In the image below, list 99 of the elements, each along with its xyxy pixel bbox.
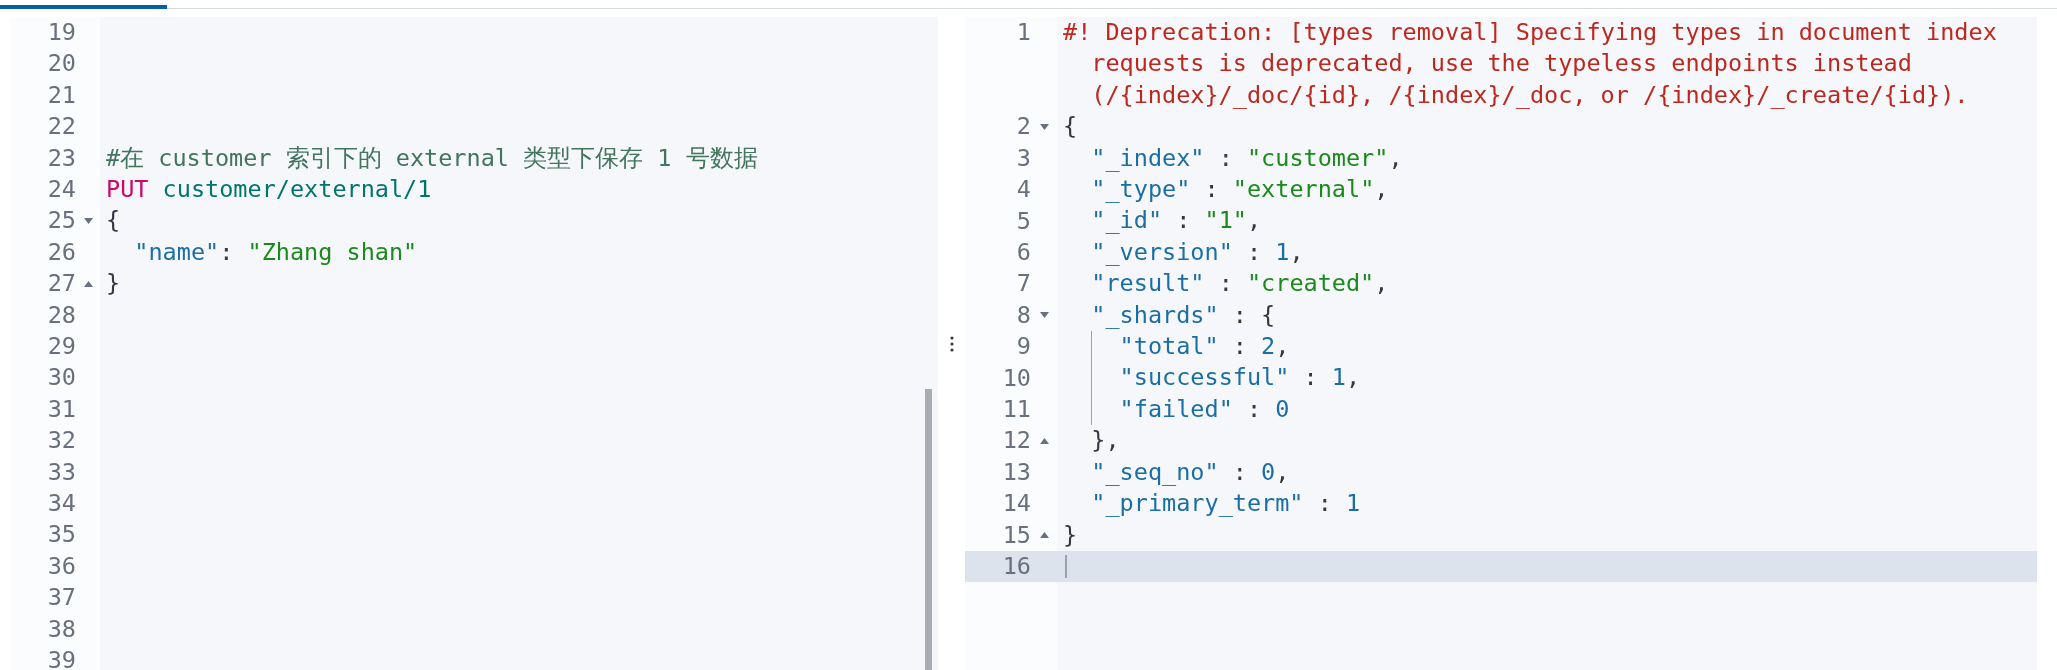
line-number: 25 — [47, 205, 76, 237]
line-number: 5 — [1016, 205, 1031, 237]
scrollbar-thumb[interactable] — [925, 389, 932, 670]
code-punctuation: } — [1063, 520, 1078, 549]
line-number: 36 — [47, 550, 76, 582]
code-comment: #在 customer 索引下的 external 类型下保存 1 号数据 — [106, 143, 758, 172]
json-key: "name" — [106, 237, 220, 266]
code-punctuation: : — [1231, 332, 1248, 361]
code-punctuation: , — [1289, 237, 1304, 266]
line-number: 6 — [1016, 236, 1031, 268]
request-editor[interactable]: 19 20 21 22 23 #在 customer 索引下的 external 类型下保存 1 号数据 24 PUT customer/external/1 25 { 26 "name": "Zhang shan" 27 } 28 29 30 31 32 33 34 35 36 37 38 39 — [10, 17, 938, 670]
json-key: "failed" — [1063, 394, 1233, 423]
line-number: 22 — [47, 111, 76, 143]
json-key: "successful" — [1063, 363, 1290, 392]
code-punctuation: : — [1217, 143, 1234, 172]
fold-toggle-icon[interactable] — [83, 218, 93, 225]
code-punctuation: : — [1203, 175, 1220, 204]
code-punctuation: , — [1275, 457, 1290, 486]
line-number: 14 — [1002, 488, 1031, 520]
line-number: 4 — [1016, 174, 1031, 206]
code-punctuation: : — [1175, 206, 1192, 235]
line-number: 26 — [47, 236, 76, 268]
fold-toggle-icon[interactable] — [1039, 532, 1049, 539]
line-number: 37 — [47, 582, 76, 614]
line-number: 16 — [1002, 551, 1031, 582]
code-punctuation: : — [1245, 394, 1263, 423]
code-punctuation: : — [1231, 457, 1248, 486]
code-punctuation: , — [1346, 363, 1361, 392]
line-number: 11 — [1002, 393, 1031, 425]
code-punctuation: }, — [1090, 426, 1120, 455]
json-number: 0 — [1261, 457, 1276, 486]
code-punctuation: : — [219, 237, 235, 266]
line-number: 39 — [47, 644, 76, 670]
line-number: 7 — [1016, 268, 1031, 300]
json-string: "1" — [1204, 206, 1247, 235]
warning-text: #! Deprecation: [types removal] Specifying types in document index requests is deprecated, use the typeless endpoints instead (/{index}/_doc/{id}, /{index}/_doc, or /{index}/_create/{id}). — [1063, 18, 1998, 109]
code-punctuation: : — [1217, 269, 1234, 298]
code-punctuation: : — [1316, 489, 1333, 518]
json-string: "external" — [1232, 175, 1375, 204]
fold-toggle-icon[interactable] — [1039, 312, 1049, 319]
fold-toggle-icon[interactable] — [1039, 123, 1049, 130]
fold-toggle-icon[interactable] — [1039, 437, 1049, 444]
line-number: 34 — [47, 488, 76, 519]
line-number: 2 — [1016, 111, 1031, 143]
line-number: 1 — [1016, 17, 1031, 49]
line-number: 10 — [1002, 362, 1031, 394]
line-number: 3 — [1016, 142, 1031, 174]
code-punctuation: : — [1302, 363, 1319, 392]
code-punctuation: , — [1374, 269, 1389, 298]
json-number: 1 — [1346, 489, 1361, 518]
line-number: 32 — [47, 425, 76, 457]
code-punctuation: , — [1388, 143, 1403, 172]
line-number: 12 — [1002, 425, 1031, 457]
json-key: "_id" — [1063, 206, 1163, 235]
http-method: PUT — [106, 174, 149, 203]
line-number: 13 — [1002, 456, 1031, 488]
json-key: "_seq_no" — [1063, 457, 1219, 486]
line-number: 27 — [47, 268, 76, 300]
line-number: 19 — [47, 17, 76, 49]
json-key: "result" — [1063, 269, 1205, 298]
request-path: customer/external/1 — [161, 174, 432, 203]
json-key: "total" — [1063, 332, 1219, 361]
line-number: 21 — [47, 79, 76, 111]
code-punctuation: : { — [1231, 300, 1276, 329]
code-punctuation: , — [1275, 332, 1290, 361]
json-string: "customer" — [1246, 143, 1389, 172]
json-number: 0 — [1275, 394, 1290, 423]
json-key: "_index" — [1063, 143, 1205, 172]
line-number: 35 — [47, 519, 76, 551]
line-number: 9 — [1016, 331, 1031, 363]
json-key: "_shards" — [1063, 300, 1219, 329]
code-punctuation: { — [106, 206, 121, 235]
json-string: "created" — [1246, 269, 1375, 298]
line-number: 20 — [47, 48, 76, 80]
code-punctuation: : — [1245, 237, 1263, 266]
code-punctuation: } — [106, 269, 121, 298]
json-string: "Zhang shan" — [247, 237, 418, 266]
json-key: "_version" — [1063, 237, 1233, 266]
line-number: 29 — [47, 331, 76, 363]
json-number: 1 — [1275, 237, 1290, 266]
code-punctuation: , — [1246, 206, 1262, 235]
fold-toggle-icon[interactable] — [83, 280, 93, 287]
resize-handle-icon[interactable] — [949, 335, 954, 352]
code-punctuation: , — [1374, 175, 1389, 204]
line-number: 30 — [47, 362, 76, 394]
line-number: 24 — [47, 174, 76, 206]
line-number: 31 — [47, 393, 76, 425]
json-key: "_primary_term" — [1063, 489, 1304, 518]
line-number: 38 — [47, 613, 76, 645]
line-number: 23 — [47, 142, 76, 174]
json-number: 1 — [1331, 363, 1346, 392]
json-number: 2 — [1261, 332, 1276, 361]
line-number: 33 — [47, 456, 76, 488]
line-number: 28 — [47, 299, 76, 331]
line-number: 8 — [1016, 299, 1031, 331]
text-cursor — [1065, 554, 1067, 579]
line-number: 15 — [1002, 519, 1031, 551]
code-punctuation: { — [1063, 112, 1078, 141]
json-key: "_type" — [1063, 175, 1191, 204]
